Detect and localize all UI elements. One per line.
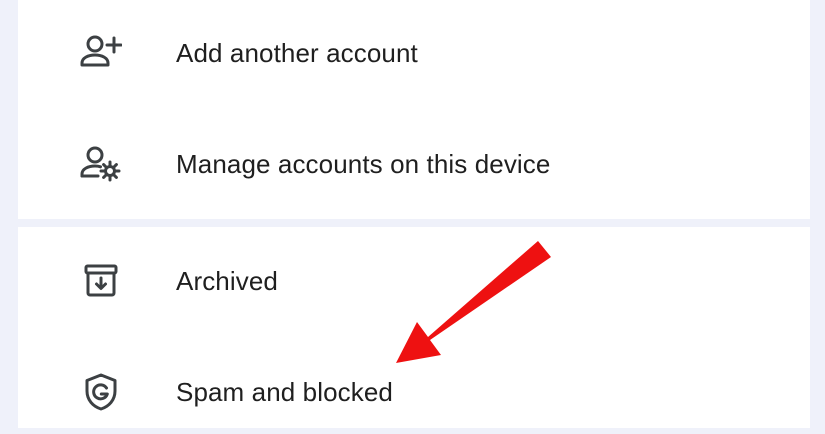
manage-accounts-label: Manage accounts on this device — [176, 148, 551, 179]
account-options-card: Add another account Manage accounts on t… — [18, 0, 810, 219]
add-another-account-label: Add another account — [176, 37, 418, 68]
spam-and-blocked-item[interactable]: Spam and blocked — [18, 350, 810, 434]
archive-icon — [80, 260, 122, 302]
archived-item[interactable]: Archived — [18, 239, 810, 323]
archived-label: Archived — [176, 265, 278, 296]
folder-options-card: Archived Spam and blocked — [18, 227, 810, 428]
manage-accounts-item[interactable]: Manage accounts on this device — [18, 122, 810, 206]
person-add-icon — [80, 32, 122, 74]
add-another-account-item[interactable]: Add another account — [18, 11, 810, 95]
shield-icon — [80, 371, 122, 413]
spam-and-blocked-label: Spam and blocked — [176, 376, 393, 407]
manage-accounts-icon — [80, 143, 122, 185]
